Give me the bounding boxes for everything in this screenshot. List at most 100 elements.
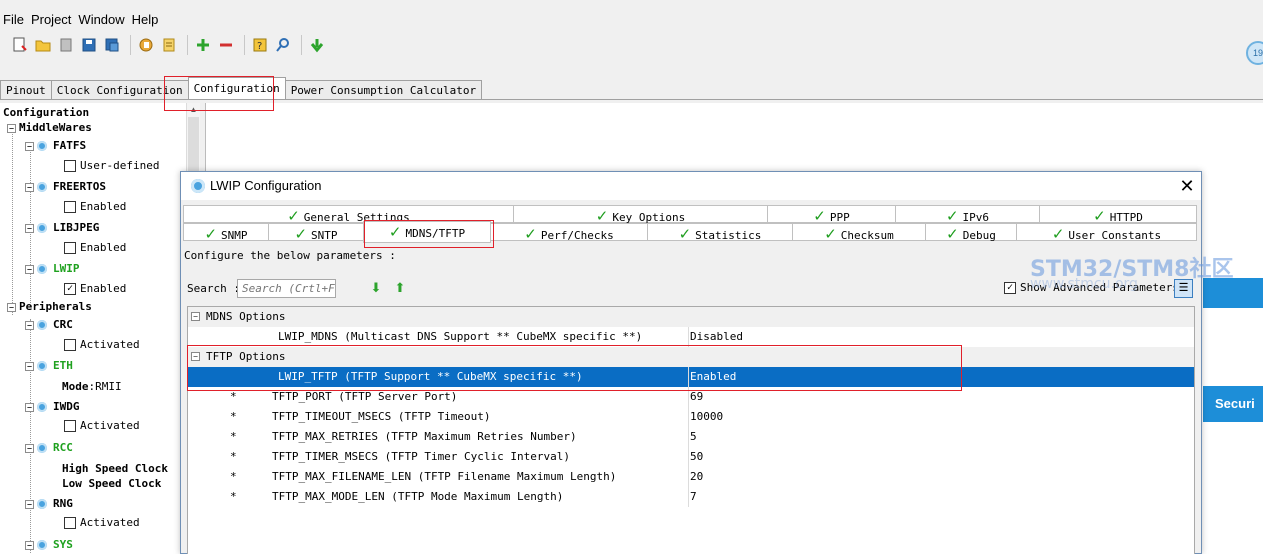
collapse-icon[interactable]: − (25, 320, 34, 330)
tab-snmp[interactable]: ✓ SNMP (183, 223, 269, 243)
collapse-icon[interactable]: − (25, 361, 34, 371)
close-icon[interactable]: ✕ (1175, 174, 1199, 198)
parameter-row[interactable]: LWIP_TFTP (TFTP Support ** CubeMX specif… (188, 367, 1194, 387)
tree-peripherals[interactable]: − Peripherals (7, 299, 92, 315)
tab-statistics[interactable]: ✓ Statistics (647, 223, 793, 243)
tab-httpd[interactable]: ✓ HTTPD (1039, 205, 1197, 225)
tree-option-rcc-high[interactable]: High Speed Clock (62, 461, 168, 477)
menu-window[interactable]: Window (75, 10, 128, 30)
parameter-value[interactable]: 10000 (690, 407, 723, 427)
collapse-icon[interactable]: − (25, 540, 34, 550)
tab-clock-configuration[interactable]: Clock Configuration (50, 80, 189, 100)
parameter-row[interactable]: * TFTP_MAX_RETRIES (TFTP Maximum Retries … (188, 427, 1194, 447)
save-icon[interactable] (79, 35, 99, 55)
chevron-up-icon[interactable]: ▲ (187, 103, 200, 116)
new-project-icon[interactable] (10, 35, 30, 55)
parameter-row[interactable]: * TFTP_TIMEOUT_MSECS (TFTP Timeout) 10000 (188, 407, 1194, 427)
tab-perf-checks[interactable]: ✓ Perf/Checks (490, 223, 648, 243)
parameter-value[interactable]: 69 (690, 387, 703, 407)
menu-file[interactable]: File (0, 10, 28, 30)
tree-option-libjpeg[interactable]: Enabled (64, 240, 126, 256)
checkbox-unchecked[interactable] (64, 517, 76, 529)
close-icon[interactable] (56, 35, 76, 55)
search-input[interactable] (237, 279, 336, 298)
group-header[interactable]: − TFTP Options (188, 347, 1194, 367)
info-icon[interactable]: ? (250, 35, 270, 55)
tab-ipv6[interactable]: ✓ IPv6 (895, 205, 1040, 225)
tree-item-libjpeg[interactable]: − LIBJPEG (25, 220, 99, 236)
tab-user-constants[interactable]: ✓ User Constants (1016, 223, 1197, 243)
parameter-row[interactable]: * TFTP_PORT (TFTP Server Port) 69 (188, 387, 1194, 407)
group-header[interactable]: − MDNS Options (188, 307, 1194, 327)
parameter-row[interactable]: * TFTP_MAX_FILENAME_LEN (TFTP Filename Ma… (188, 467, 1194, 487)
download-icon[interactable] (307, 35, 327, 55)
checkbox-unchecked[interactable] (64, 201, 76, 213)
parameter-value[interactable]: 50 (690, 447, 703, 467)
collapse-icon[interactable]: − (7, 123, 16, 133)
tree-option-fatfs[interactable]: User-defined (64, 158, 159, 174)
tree-option-lwip[interactable]: ✓ Enabled (64, 281, 126, 297)
parameter-row[interactable]: * TFTP_MAX_MODE_LEN (TFTP Mode Maximum Le… (188, 487, 1194, 507)
tab-checksum[interactable]: ✓ Checksum (792, 223, 926, 243)
parameter-row[interactable]: LWIP_MDNS (Multicast DNS Support ** Cube… (188, 327, 1194, 347)
tree-item-fatfs[interactable]: − FATFS (25, 138, 86, 154)
security-button[interactable]: Securi (1203, 386, 1263, 422)
tree-option-eth-mode[interactable]: Mode:RMII (62, 379, 122, 395)
open-icon[interactable] (33, 35, 53, 55)
parameter-row[interactable]: * TFTP_TIMER_MSECS (TFTP Timer Cyclic Int… (188, 447, 1194, 467)
tree-item-sys[interactable]: − SYS (25, 537, 73, 553)
menu-help[interactable]: Help (129, 10, 163, 30)
add-icon[interactable] (193, 35, 213, 55)
tree-option-crc[interactable]: Activated (64, 337, 140, 353)
collapse-icon[interactable]: − (25, 223, 34, 233)
collapse-icon[interactable]: − (25, 499, 34, 509)
parameter-value[interactable]: Disabled (690, 327, 743, 347)
tree-item-eth[interactable]: − ETH (25, 358, 73, 374)
parameter-value[interactable]: Enabled (690, 367, 736, 387)
tree-option-rcc-low[interactable]: Low Speed Clock (62, 476, 161, 492)
search-parameters-icon[interactable] (273, 35, 293, 55)
tab-power-consumption-calculator[interactable]: Power Consumption Calculator (284, 80, 483, 100)
tab-pinout[interactable]: Pinout (0, 80, 52, 100)
checkbox-checked[interactable]: ✓ (64, 283, 76, 295)
collapse-icon[interactable]: − (191, 352, 200, 361)
generate-code-icon[interactable] (159, 35, 179, 55)
tree-item-lwip[interactable]: − LWIP (25, 261, 80, 277)
checkbox-unchecked[interactable] (64, 339, 76, 351)
parameter-value[interactable]: 7 (690, 487, 697, 507)
tab-sntp[interactable]: ✓ SNTP (268, 223, 364, 243)
tree-option-freertos[interactable]: Enabled (64, 199, 126, 215)
checkbox-unchecked[interactable] (64, 160, 76, 172)
generate-report-icon[interactable] (136, 35, 156, 55)
checkbox-unchecked[interactable] (64, 420, 76, 432)
parameter-value[interactable]: 5 (690, 427, 697, 447)
collapse-icon[interactable]: − (25, 264, 34, 274)
tree-option-iwdg[interactable]: Activated (64, 418, 140, 434)
collapse-icon[interactable]: − (25, 402, 34, 412)
tab-ppp[interactable]: ✓ PPP (767, 205, 896, 225)
collapse-icon[interactable]: − (25, 443, 34, 453)
tree-item-iwdg[interactable]: − IWDG (25, 399, 80, 415)
collapse-icon[interactable]: − (25, 182, 34, 192)
remove-icon[interactable] (216, 35, 236, 55)
tree-middlewares[interactable]: − MiddleWares (7, 120, 92, 136)
tree-option-rng[interactable]: Activated (64, 515, 140, 531)
collapse-icon[interactable]: − (7, 302, 16, 312)
tab-key-options[interactable]: ✓ Key Options (513, 205, 768, 225)
parameter-value[interactable]: 20 (690, 467, 703, 487)
tab-debug[interactable]: ✓ Debug (925, 223, 1017, 243)
collapse-icon[interactable]: − (25, 141, 34, 151)
tab-mdns-tftp[interactable]: ✓ MDNS/TFTP (363, 221, 491, 243)
checkbox-unchecked[interactable] (64, 242, 76, 254)
arrow-down-icon[interactable]: ⬇ (369, 281, 383, 295)
checkbox-checked[interactable]: ✓ (1004, 282, 1016, 294)
tree-item-freertos[interactable]: − FREERTOS (25, 179, 106, 195)
save-as-icon[interactable] (102, 35, 122, 55)
arrow-up-icon[interactable]: ⬆ (393, 281, 407, 295)
help-icon[interactable]: 19 (1246, 41, 1263, 65)
tab-configuration[interactable]: Configuration (187, 77, 286, 99)
tree-root[interactable]: Configuration (3, 105, 89, 121)
tree-item-rng[interactable]: − RNG (25, 496, 73, 512)
collapse-icon[interactable]: − (191, 312, 200, 321)
menu-project[interactable]: Project (28, 10, 75, 30)
